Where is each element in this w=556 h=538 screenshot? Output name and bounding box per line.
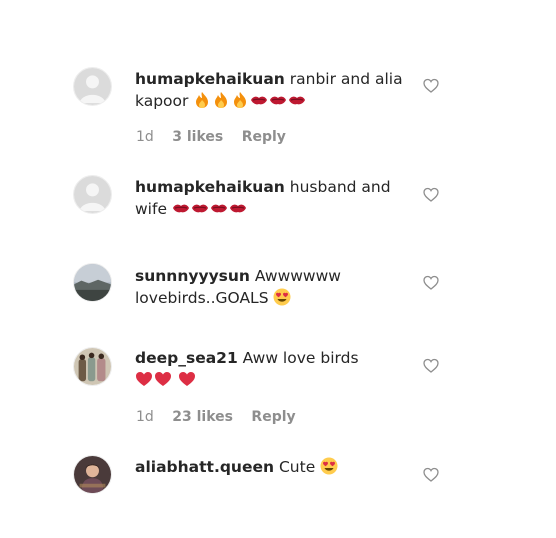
like-heart-icon[interactable] <box>423 275 439 291</box>
lips-emoji <box>210 199 228 217</box>
avatar[interactable] <box>73 263 112 302</box>
emoji-row <box>188 92 307 110</box>
heart-eyes-emoji <box>320 457 338 475</box>
portrait-avatar-icon <box>74 456 111 493</box>
comment-username[interactable]: sunnnyyysun <box>135 267 250 285</box>
emoji-row <box>269 288 293 307</box>
like-heart-icon[interactable] <box>423 467 439 483</box>
avatar[interactable] <box>73 347 112 386</box>
lips-emoji <box>172 199 190 217</box>
comment-username[interactable]: humapkehaikuan <box>135 178 285 196</box>
comment-body: Cute <box>278 458 316 476</box>
emoji-row <box>167 200 248 218</box>
comment-text: humapkehaikuan ranbir and alia kapoor <box>135 68 405 112</box>
comment-text: aliabhatt.queen Cute <box>135 456 405 478</box>
lips-emoji <box>288 91 306 109</box>
group-photo-avatar-icon <box>74 348 111 385</box>
red-heart-emoji <box>154 370 172 388</box>
lips-emoji <box>229 199 247 217</box>
lips-emoji <box>250 91 268 109</box>
fire-emoji <box>231 91 249 109</box>
comment-username[interactable]: humapkehaikuan <box>135 70 285 88</box>
comment-username[interactable]: aliabhatt.queen <box>135 458 274 476</box>
comment-username[interactable]: deep_sea21 <box>135 349 238 367</box>
red-heart-emoji <box>178 370 196 388</box>
comment-time: 1d <box>136 129 154 145</box>
avatar[interactable] <box>73 175 112 214</box>
emoji-row <box>320 457 339 476</box>
comment-text: deep_sea21 Aww love birds <box>135 347 405 391</box>
fire-emoji <box>193 91 211 109</box>
avatar[interactable] <box>73 455 112 494</box>
comment-body: Aww love birds <box>242 349 359 367</box>
reply-button[interactable]: Reply <box>242 129 286 145</box>
comment-text: sunnnyyysun Awwwwww lovebirds..GOALS <box>135 265 405 309</box>
default-avatar-icon <box>74 176 111 213</box>
like-heart-icon[interactable] <box>423 358 439 374</box>
avatar[interactable] <box>73 67 112 106</box>
lips-emoji <box>269 91 287 109</box>
comment-meta: 1d 3 likes Reply <box>136 128 300 146</box>
fire-emoji <box>212 91 230 109</box>
comment-time: 1d <box>136 409 154 425</box>
reply-button[interactable]: Reply <box>251 409 295 425</box>
comment-text: humapkehaikuan husband and wife <box>135 176 405 220</box>
comment-likes[interactable]: 3 likes <box>172 129 223 145</box>
lips-emoji <box>191 199 209 217</box>
comment-likes[interactable]: 23 likes <box>172 409 233 425</box>
landscape-avatar-icon <box>74 264 111 301</box>
like-heart-icon[interactable] <box>423 187 439 203</box>
like-heart-icon[interactable] <box>423 78 439 94</box>
red-heart-emoji <box>135 370 153 388</box>
heart-eyes-emoji <box>273 288 291 306</box>
default-avatar-icon <box>74 68 111 105</box>
emoji-row <box>135 371 197 389</box>
comment-meta: 1d 23 likes Reply <box>136 408 310 426</box>
